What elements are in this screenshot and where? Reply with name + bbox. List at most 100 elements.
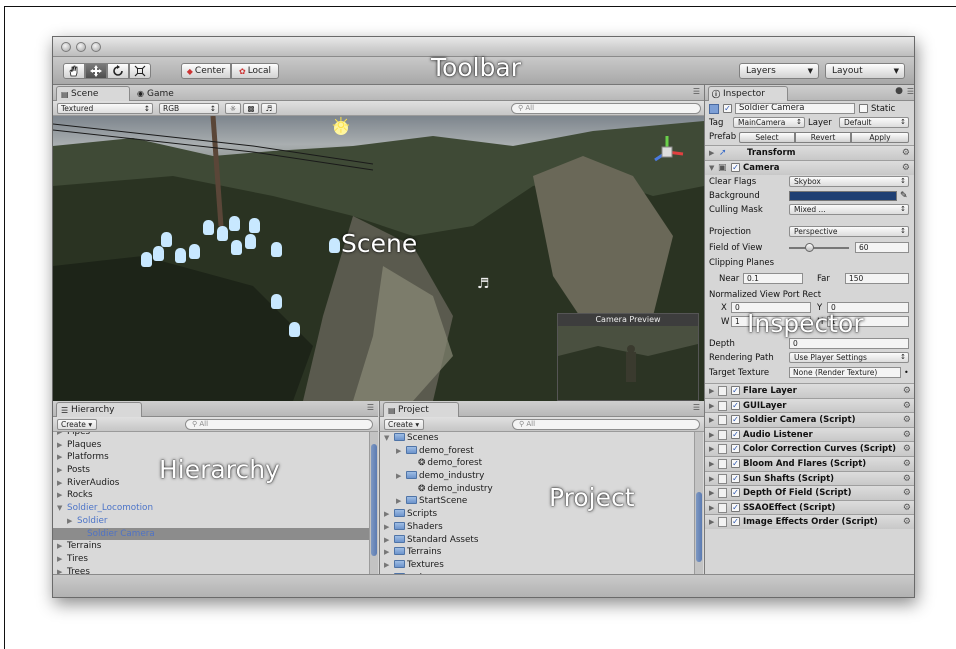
- component-enabled-checkbox[interactable]: ✓: [731, 444, 740, 454]
- light-gizmo-icon[interactable]: [175, 248, 186, 263]
- foldout-arrow-icon[interactable]: ▶: [384, 534, 394, 547]
- foldout-arrow-icon[interactable]: ▶: [384, 521, 394, 534]
- scroll-thumb[interactable]: [371, 444, 377, 556]
- light-gizmo-icon[interactable]: [231, 240, 242, 255]
- hierarchy-item[interactable]: ▶ Soldier: [53, 515, 369, 528]
- project-scrollbar[interactable]: [694, 432, 703, 576]
- slider-knob[interactable]: [804, 243, 814, 252]
- layer-dropdown[interactable]: Default: [839, 117, 909, 128]
- hierarchy-create-dropdown[interactable]: Create ▾: [57, 419, 97, 430]
- project-item[interactable]: ▶ StartScene: [384, 495, 690, 508]
- background-color-field[interactable]: [789, 191, 897, 201]
- lighting-toggle[interactable]: ☼: [225, 103, 241, 114]
- prefab-revert-button[interactable]: Revert: [795, 132, 851, 143]
- component-header[interactable]: ▶ ✓ Flare Layer ⚙: [705, 383, 914, 398]
- light-gizmo-icon[interactable]: [229, 216, 240, 231]
- component-header[interactable]: ▶ ✓ Depth Of Field (Script) ⚙: [705, 485, 914, 500]
- layers-dropdown[interactable]: Layers ▼: [739, 63, 819, 79]
- scale-tool-button[interactable]: [129, 63, 151, 79]
- foldout-arrow-icon[interactable]: ▶: [709, 472, 714, 486]
- foldout-arrow-icon[interactable]: ▶: [709, 442, 714, 456]
- project-create-dropdown[interactable]: Create ▾: [384, 419, 424, 430]
- gear-icon[interactable]: ⚙: [902, 146, 910, 160]
- tab-game[interactable]: ◉ Game: [133, 86, 193, 101]
- project-item[interactable]: ▶ Shaders: [384, 521, 690, 534]
- project-item[interactable]: ▼ Scenes: [384, 432, 690, 445]
- gear-icon[interactable]: ⚙: [903, 486, 911, 500]
- camera-component-header[interactable]: ▼ ▣ ✓ Camera ⚙: [705, 160, 914, 175]
- lock-icon[interactable]: ●: [895, 86, 903, 96]
- foldout-arrow-icon[interactable]: ▶: [57, 464, 67, 477]
- foldout-arrow-icon[interactable]: ▶: [709, 486, 714, 500]
- foldout-arrow-icon[interactable]: ▶: [709, 399, 714, 413]
- foldout-arrow-icon[interactable]: ▶: [67, 515, 77, 528]
- static-checkbox[interactable]: [859, 104, 868, 113]
- project-item[interactable]: ❂ demo_forest: [384, 457, 690, 470]
- hierarchy-item[interactable]: ▼ Soldier_Locomotion: [53, 502, 369, 515]
- project-item[interactable]: ▶ Terrains: [384, 546, 690, 559]
- light-gizmo-icon[interactable]: [153, 246, 164, 261]
- hierarchy-item[interactable]: ▶ RiverAudios: [53, 477, 369, 490]
- foldout-open-icon[interactable]: ▼: [384, 432, 394, 445]
- panel-menu-icon[interactable]: ☰: [693, 403, 700, 412]
- light-gizmo-icon[interactable]: [245, 234, 256, 249]
- foldout-arrow-icon[interactable]: ▶: [709, 501, 714, 515]
- component-enabled-checkbox[interactable]: ✓: [731, 488, 740, 498]
- hierarchy-item[interactable]: ▶ Tires: [53, 553, 369, 566]
- hierarchy-item[interactable]: ▶ Terrains: [53, 540, 369, 553]
- hierarchy-item[interactable]: ▶ Plaques: [53, 439, 369, 452]
- hierarchy-item[interactable]: ▶ Posts: [53, 464, 369, 477]
- layout-dropdown[interactable]: Layout ▼: [825, 63, 905, 79]
- foldout-arrow-icon[interactable]: ▶: [396, 470, 406, 483]
- panel-menu-icon[interactable]: ☰: [367, 403, 374, 412]
- projection-dropdown[interactable]: Perspective: [789, 226, 909, 237]
- hand-tool-button[interactable]: [63, 63, 85, 79]
- move-tool-button[interactable]: [85, 63, 107, 79]
- scene-image-toggle[interactable]: ▩: [243, 103, 259, 114]
- gear-icon[interactable]: ⚙: [903, 472, 911, 486]
- foldout-open-icon[interactable]: ▼: [57, 502, 67, 515]
- foldout-arrow-icon[interactable]: ▶: [57, 540, 67, 553]
- foldout-arrow-icon[interactable]: ▶: [709, 457, 714, 471]
- foldout-arrow-icon[interactable]: ▶: [57, 477, 67, 490]
- near-field[interactable]: 0.1: [743, 273, 803, 284]
- hierarchy-search-input[interactable]: ⚲ All: [185, 419, 373, 430]
- foldout-arrow-icon[interactable]: ▶: [384, 559, 394, 572]
- tab-project[interactable]: ▤ Project: [383, 402, 459, 417]
- vp-x-field[interactable]: 0: [731, 302, 811, 313]
- light-gizmo-icon[interactable]: [203, 220, 214, 235]
- component-header[interactable]: ▶ ✓ GUILayer ⚙: [705, 397, 914, 413]
- target-texture-field[interactable]: None (Render Texture): [789, 367, 901, 378]
- active-checkbox[interactable]: ✓: [723, 104, 732, 113]
- project-item[interactable]: ▶ Scripts: [384, 508, 690, 521]
- light-gizmo-icon[interactable]: [217, 226, 228, 241]
- prefab-apply-button[interactable]: Apply: [851, 132, 909, 143]
- hierarchy-item[interactable]: ▶ Pipes: [53, 432, 369, 439]
- component-enabled-checkbox[interactable]: ✓: [731, 502, 740, 512]
- foldout-arrow-icon[interactable]: ▶: [396, 495, 406, 508]
- hierarchy-item[interactable]: ▶ Rocks: [53, 489, 369, 502]
- component-header[interactable]: ▶ ✓ Audio Listener ⚙: [705, 426, 914, 442]
- project-item[interactable]: ▶ Textures: [384, 559, 690, 572]
- far-field[interactable]: 150: [845, 273, 909, 284]
- foldout-arrow-icon[interactable]: ▶: [57, 439, 67, 452]
- scroll-thumb[interactable]: [696, 492, 702, 562]
- tag-dropdown[interactable]: MainCamera: [733, 117, 805, 128]
- gear-icon[interactable]: ⚙: [903, 413, 911, 427]
- object-name-field[interactable]: Soldier Camera: [735, 103, 855, 114]
- light-gizmo-icon[interactable]: [249, 218, 260, 233]
- scene-viewport[interactable]: ☼ ♬ Camera Preview: [53, 116, 704, 401]
- vp-y-field[interactable]: 0: [827, 302, 909, 313]
- component-enabled-checkbox[interactable]: ✓: [731, 517, 740, 527]
- gear-icon[interactable]: ⚙: [902, 161, 910, 175]
- rendering-path-dropdown[interactable]: Use Player Settings: [789, 352, 909, 363]
- project-item[interactable]: ▶ demo_forest: [384, 445, 690, 458]
- zoom-window-button[interactable]: [91, 42, 101, 52]
- gear-icon[interactable]: ⚙: [903, 515, 911, 529]
- object-picker-icon[interactable]: •: [904, 366, 909, 380]
- panel-menu-icon[interactable]: ☰: [907, 87, 914, 96]
- foldout-arrow-icon[interactable]: ▶: [709, 428, 714, 442]
- minimize-window-button[interactable]: [76, 42, 86, 52]
- foldout-arrow-icon[interactable]: ▶: [57, 553, 67, 566]
- light-gizmo-icon[interactable]: [161, 232, 172, 247]
